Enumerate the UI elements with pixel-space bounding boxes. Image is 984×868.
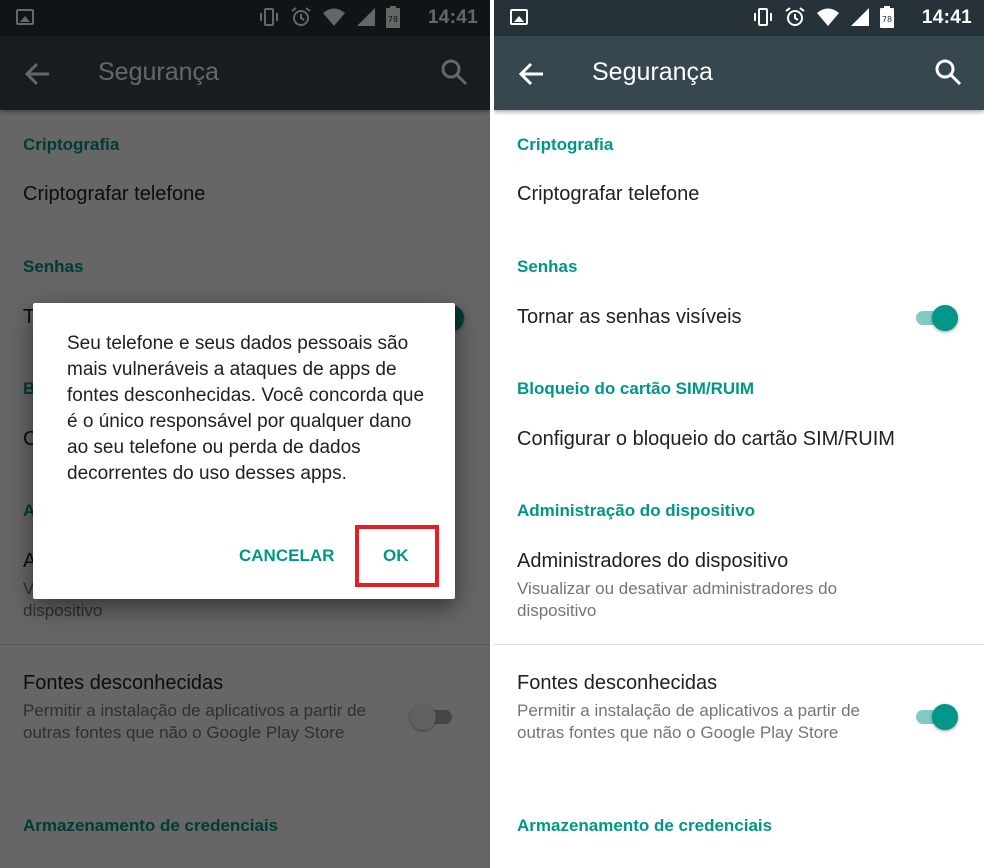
- section-header-credentials: Armazenamento de credenciais: [517, 816, 773, 835]
- dialog-message: Seu telefone e seus dados pessoais são m…: [67, 333, 425, 484]
- encrypt-phone-item[interactable]: Criptografar telefone: [517, 183, 699, 206]
- screenshot-right: 78 14:41 Segurança Criptografia Criptogr…: [494, 0, 984, 868]
- battery-icon: 78: [880, 6, 894, 28]
- section-header-sim-lock: Bloqueio do cartão SIM/RUIM: [517, 379, 755, 398]
- search-icon[interactable]: [934, 58, 962, 86]
- device-admins-summary: Visualizar ou desativar administradores …: [517, 579, 838, 620]
- section-header-device-admin: Administração do dispositivo: [517, 501, 756, 520]
- section-header-encryption: Criptografia: [517, 135, 614, 154]
- arrow-back-icon[interactable]: [518, 60, 546, 88]
- divider: [494, 644, 984, 645]
- cancel-button[interactable]: CANCELAR: [239, 546, 334, 566]
- unknown-sources-item[interactable]: Fontes desconhecidas: [517, 672, 717, 695]
- wifi-icon: [817, 8, 839, 26]
- unknown-sources-dialog: Seu telefone e seus dados pessoais são m…: [33, 303, 455, 599]
- show-passwords-item[interactable]: Tornar as senhas visíveis: [517, 306, 742, 329]
- ok-highlight-box: [355, 525, 439, 587]
- status-time: 14:41: [921, 7, 972, 28]
- status-icons: 78: [752, 6, 894, 28]
- unknown-sources-summary: Permitir a instalação de aplicativos a p…: [517, 701, 860, 742]
- sim-lock-item[interactable]: Configurar o bloqueio do cartão SIM/RUIM: [517, 428, 895, 451]
- app-bar: Segurança: [494, 36, 984, 110]
- status-bar: 78 14:41: [494, 0, 984, 36]
- image-notification-icon: [510, 9, 528, 25]
- page-title: Segurança: [592, 58, 713, 86]
- device-admins-item[interactable]: Administradores do dispositivo: [517, 550, 788, 573]
- vibrate-icon: [754, 8, 772, 26]
- screenshot-left: 78 14:41 Segurança Criptografia Criptogr…: [0, 0, 490, 868]
- show-passwords-toggle[interactable]: [912, 305, 958, 331]
- section-header-passwords: Senhas: [517, 257, 578, 276]
- unknown-sources-toggle[interactable]: [912, 704, 958, 730]
- battery-level: 78: [882, 15, 892, 24]
- signal-icon: [851, 8, 869, 26]
- alarm-icon: [785, 7, 805, 26]
